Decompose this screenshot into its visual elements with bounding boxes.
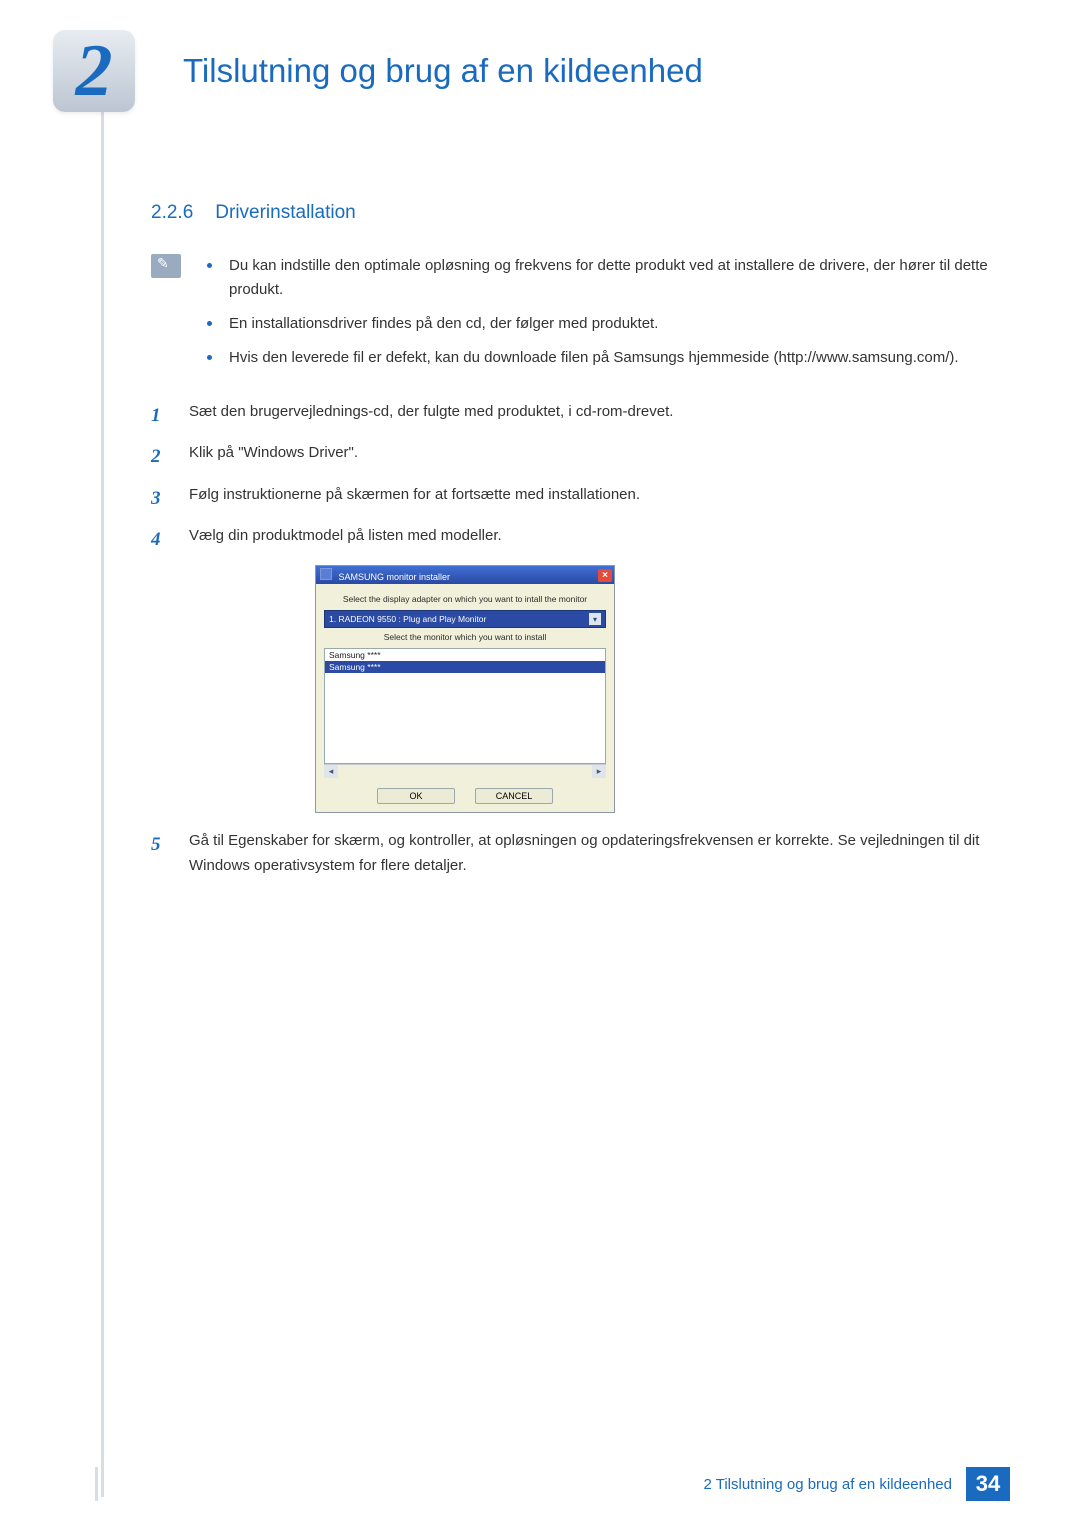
note-icon: [151, 254, 181, 278]
step-item: 5 Gå til Egenskaber for skærm, og kontro…: [151, 829, 1010, 879]
step-number: 1: [151, 400, 169, 431]
adapter-value: 1. RADEON 9550 : Plug and Play Monitor: [329, 614, 486, 624]
note-bullet-list: Du kan indstille den optimale opløsning …: [203, 254, 1010, 380]
list-item[interactable]: Samsung ****: [325, 661, 605, 673]
list-item[interactable]: Samsung ****: [325, 649, 605, 661]
chapter-badge: 2: [53, 30, 135, 112]
chapter-number: 2: [76, 34, 113, 108]
step-text: Klik på "Windows Driver".: [189, 441, 1010, 472]
note-bullet: Du kan indstille den optimale opløsning …: [203, 254, 1010, 302]
steps-list: 1 Sæt den brugervejlednings-cd, der fulg…: [151, 400, 1010, 555]
step-item: 2 Klik på "Windows Driver".: [151, 441, 1010, 472]
chapter-header: 2 Tilslutning og brug af en kildeenhed: [95, 30, 1010, 112]
note-block: Du kan indstille den optimale opløsning …: [151, 254, 1010, 380]
page-footer: 2 Tilslutning og brug af en kildeenhed 3…: [95, 1467, 1010, 1501]
app-icon: [320, 568, 332, 580]
step-number: 3: [151, 483, 169, 514]
steps-list-continued: 5 Gå til Egenskaber for skærm, og kontro…: [151, 829, 1010, 879]
step-text: Vælg din produktmodel på listen med mode…: [189, 524, 1010, 555]
scroll-left-icon[interactable]: ◂: [324, 765, 338, 778]
h-scrollbar[interactable]: ◂ ▸: [324, 764, 606, 778]
section-heading: 2.2.6 Driverinstallation: [151, 202, 1010, 224]
note-bullet: Hvis den leverede fil er defekt, kan du …: [203, 346, 1010, 370]
chevron-down-icon[interactable]: ▾: [589, 613, 601, 625]
adapter-select[interactable]: 1. RADEON 9550 : Plug and Play Monitor ▾: [324, 610, 606, 628]
close-icon[interactable]: ×: [598, 569, 612, 582]
installer-dialog: SAMSUNG monitor installer × Select the d…: [315, 565, 615, 813]
installer-prompt-2: Select the monitor which you want to ins…: [324, 632, 606, 642]
chapter-title: Tilslutning og brug af en kildeenhed: [183, 52, 703, 90]
step-item: 3 Følg instruktionerne på skærmen for at…: [151, 483, 1010, 514]
note-bullet: En installationsdriver findes på den cd,…: [203, 312, 1010, 336]
section-number: 2.2.6: [151, 202, 193, 224]
step-item: 1 Sæt den brugervejlednings-cd, der fulg…: [151, 400, 1010, 431]
step-text: Sæt den brugervejlednings-cd, der fulgte…: [189, 400, 1010, 431]
step-number: 4: [151, 524, 169, 555]
left-ruler: [101, 30, 104, 1497]
step-number: 5: [151, 829, 169, 879]
step-item: 4 Vælg din produktmodel på listen med mo…: [151, 524, 1010, 555]
monitor-list[interactable]: Samsung **** Samsung ****: [324, 648, 606, 764]
footer-text: 2 Tilslutning og brug af en kildeenhed: [703, 1476, 966, 1493]
installer-title-text: SAMSUNG monitor installer: [339, 572, 451, 582]
cancel-button[interactable]: CANCEL: [475, 788, 553, 804]
installer-titlebar: SAMSUNG monitor installer ×: [316, 566, 614, 584]
step-number: 2: [151, 441, 169, 472]
ok-button[interactable]: OK: [377, 788, 455, 804]
page-number: 34: [966, 1467, 1010, 1501]
step-text: Gå til Egenskaber for skærm, og kontroll…: [189, 829, 1010, 879]
section-title: Driverinstallation: [215, 202, 355, 224]
scroll-right-icon[interactable]: ▸: [592, 765, 606, 778]
step-text: Følg instruktionerne på skærmen for at f…: [189, 483, 1010, 514]
installer-prompt-1: Select the display adapter on which you …: [324, 594, 606, 604]
installer-body: Select the display adapter on which you …: [316, 584, 614, 812]
